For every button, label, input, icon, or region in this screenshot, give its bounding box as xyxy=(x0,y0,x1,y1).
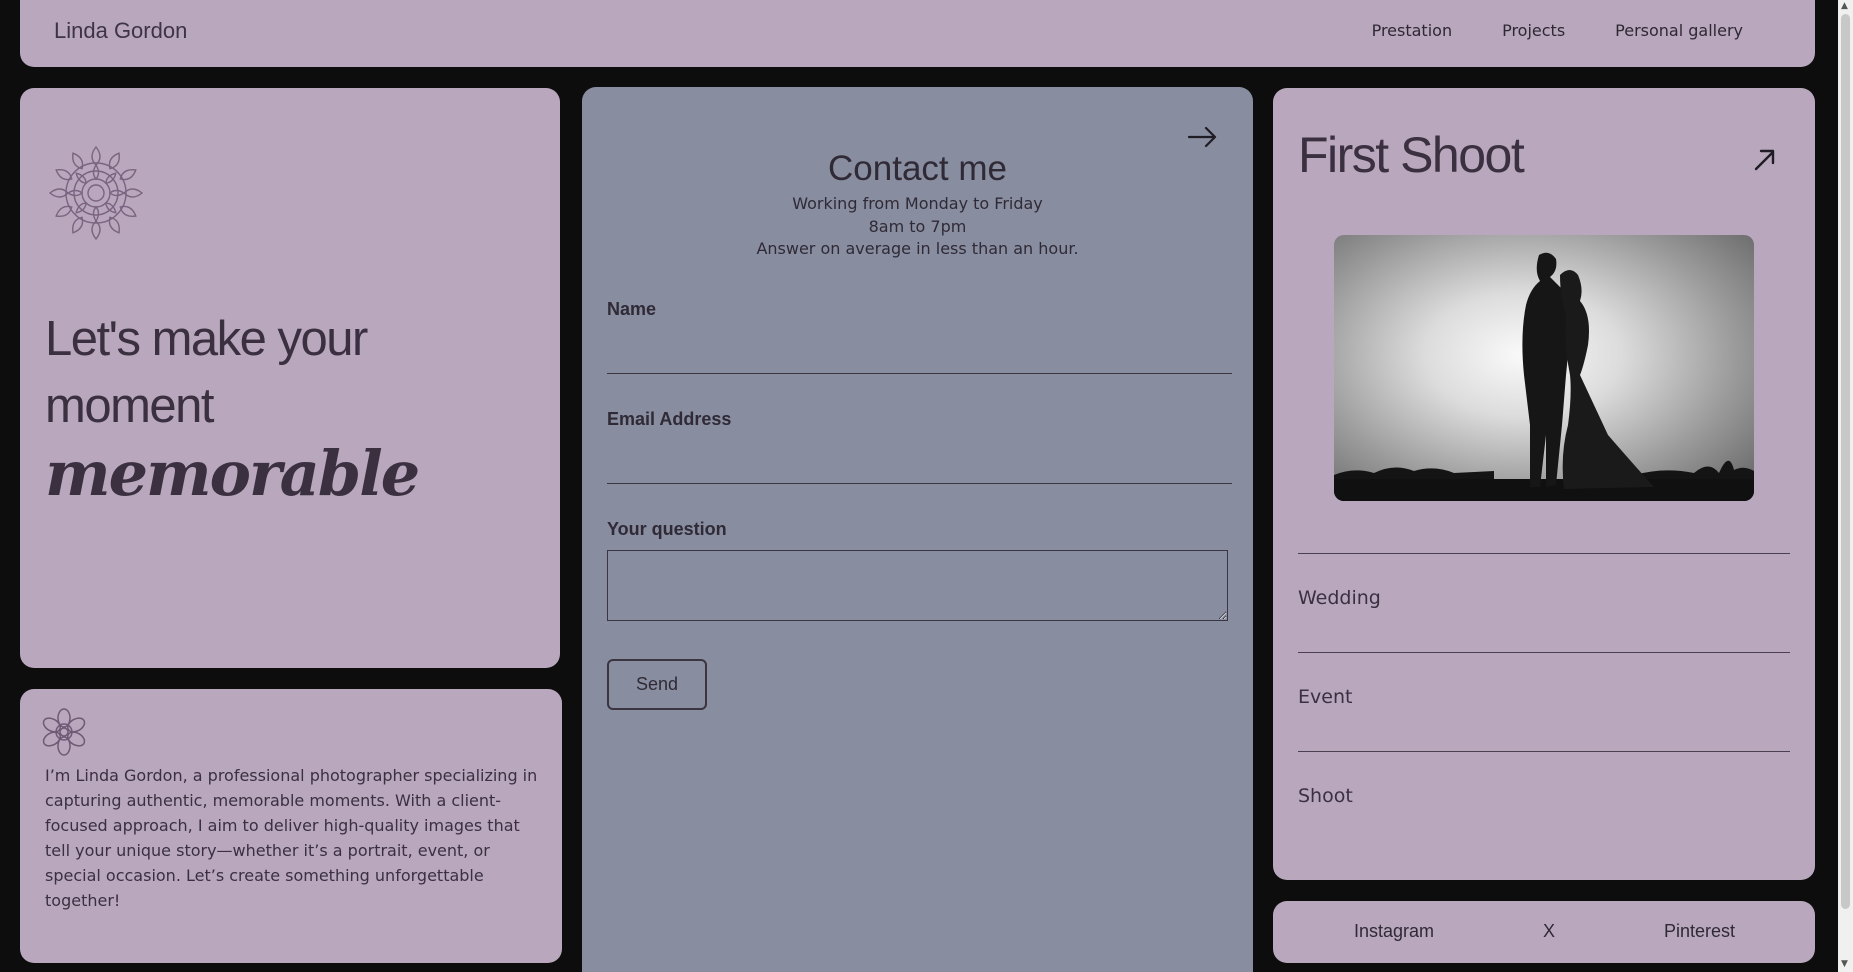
send-button[interactable]: Send xyxy=(607,659,707,710)
name-label: Name xyxy=(607,299,657,319)
page-scrollbar[interactable]: ▲ ▼ xyxy=(1838,0,1853,972)
email-input[interactable] xyxy=(607,447,1232,484)
wedding-photo xyxy=(1334,235,1754,501)
contact-card: Contact me Working from Monday to Friday… xyxy=(582,87,1253,972)
contact-hours-days: Working from Monday to Friday xyxy=(792,194,1043,213)
contact-response-time: Answer on average in less than an hour. xyxy=(756,239,1079,258)
nav-personal-gallery[interactable]: Personal gallery xyxy=(1615,21,1743,40)
scroll-thumb[interactable] xyxy=(1841,14,1850,909)
hero-card: Let's make your moment memorable xyxy=(20,88,560,668)
category-wedding-label: Wedding xyxy=(1298,587,1381,609)
nav-prestation[interactable]: Prestation xyxy=(1372,21,1453,40)
main-nav: Prestation Projects Personal gallery xyxy=(1372,21,1743,40)
first-shoot-card: First Shoot Wedding Event Shoot xyxy=(1273,88,1815,880)
contact-title: Contact me xyxy=(828,149,1007,188)
category-event[interactable]: Event xyxy=(1298,652,1790,752)
email-label: Email Address xyxy=(607,409,732,429)
category-event-label: Event xyxy=(1298,686,1353,708)
question-label: Your question xyxy=(607,519,727,539)
brand-name[interactable]: Linda Gordon xyxy=(54,18,187,44)
name-input[interactable] xyxy=(607,337,1232,374)
shoot-title: First Shoot xyxy=(1298,127,1525,183)
hero-script-word: memorable xyxy=(45,437,420,510)
mandala-icon xyxy=(48,145,144,241)
category-shoot[interactable]: Shoot xyxy=(1298,751,1790,851)
arrow-up-right-icon[interactable] xyxy=(1751,146,1779,174)
arrow-right-icon[interactable] xyxy=(1187,125,1219,149)
flower-icon xyxy=(42,708,86,756)
bio-paragraph: I’m Linda Gordon, a professional photogr… xyxy=(45,766,538,910)
bio-card: I’m Linda Gordon, a professional photogr… xyxy=(20,689,562,963)
social-links-card: Instagram X Pinterest xyxy=(1273,901,1815,963)
site-header: Linda Gordon Prestation Projects Persona… xyxy=(20,0,1815,67)
pinterest-link[interactable]: Pinterest xyxy=(1664,921,1735,942)
hero-line-2: moment memorable xyxy=(45,373,560,513)
hero-line-1: Let's make your xyxy=(45,312,368,366)
x-link[interactable]: X xyxy=(1543,921,1555,942)
category-shoot-label: Shoot xyxy=(1298,785,1353,807)
instagram-link[interactable]: Instagram xyxy=(1354,921,1434,942)
category-wedding[interactable]: Wedding xyxy=(1298,553,1790,653)
question-textarea[interactable] xyxy=(607,550,1228,621)
nav-projects[interactable]: Projects xyxy=(1502,21,1565,40)
hero-headline: Let's make your moment memorable xyxy=(45,306,560,513)
hero-line-2-text: moment xyxy=(45,379,215,433)
scroll-up-icon[interactable]: ▲ xyxy=(1841,1,1848,11)
scroll-down-icon[interactable]: ▼ xyxy=(1841,959,1848,969)
couple-silhouette-image xyxy=(1334,252,1754,501)
contact-hours-time: 8am to 7pm xyxy=(868,217,967,236)
